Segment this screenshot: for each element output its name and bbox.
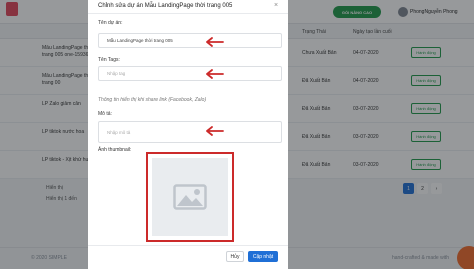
close-icon[interactable]: ×: [274, 2, 278, 9]
edit-project-modal: Chỉnh sửa dự án Mẫu LandingPage thời tra…: [88, 0, 288, 269]
tags-label: Tên Tags:: [98, 57, 120, 63]
image-icon: [173, 184, 207, 210]
cancel-button[interactable]: Hủy: [226, 251, 244, 262]
update-button[interactable]: Cập nhật: [248, 251, 278, 262]
modal-header: Chỉnh sửa dự án Mẫu LandingPage thời tra…: [88, 0, 288, 14]
description-label: Mô tả:: [98, 111, 112, 117]
project-name-input[interactable]: Mẫu LandingPage thời trang 005: [98, 33, 282, 48]
thumbnail-placeholder[interactable]: [152, 158, 228, 236]
left-arrow-icon: [206, 37, 224, 47]
left-arrow-icon: [206, 69, 224, 79]
thumbnail-upload[interactable]: [146, 152, 234, 242]
share-info-text: Thông tin hiển thị khi share link (Faceb…: [98, 97, 207, 103]
modal-title: Chỉnh sửa dự án Mẫu LandingPage thời tra…: [98, 3, 233, 9]
left-arrow-icon: [206, 126, 224, 136]
tags-input[interactable]: Nhập tag: [98, 66, 282, 81]
thumbnail-label: Ảnh thumbnail:: [98, 147, 132, 153]
description-textarea[interactable]: Nhập mô tả: [98, 121, 282, 143]
project-name-label: Tên dự án:: [98, 20, 123, 26]
